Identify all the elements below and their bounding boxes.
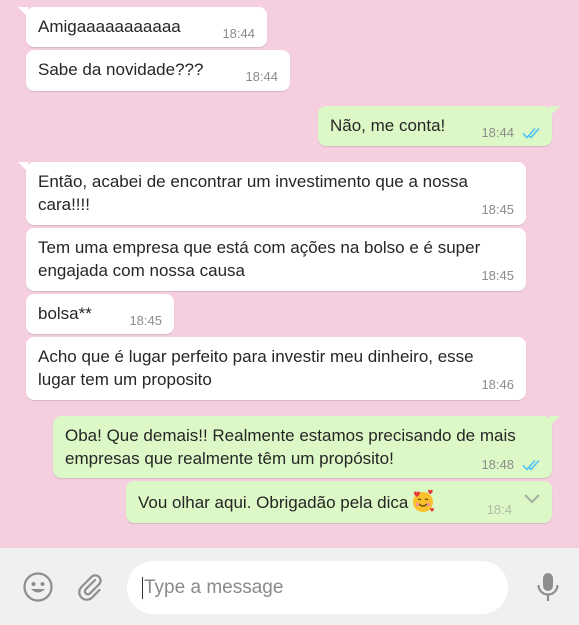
message-time: 18:45 <box>481 268 514 283</box>
bubble-tail <box>18 7 28 17</box>
message-time: 18:45 <box>481 202 514 217</box>
double-check-icon <box>522 459 540 471</box>
chevron-down-icon[interactable] <box>522 491 542 505</box>
outgoing-message[interactable]: Não, me conta! 18:44 <box>318 106 560 146</box>
message-composer: Type a message <box>0 548 579 625</box>
message-text: Sabe da novidade??? <box>38 60 204 79</box>
microphone-icon <box>537 573 559 601</box>
attach-button[interactable] <box>74 571 106 603</box>
message-text: bolsa** <box>38 304 92 323</box>
emoji-icon <box>23 572 53 602</box>
incoming-message[interactable]: Amigaaaaaaaaaaa 18:44 <box>18 7 267 47</box>
message-time: 18:44 <box>481 125 514 140</box>
incoming-message[interactable]: Então, acabei de encontrar um investimen… <box>18 162 526 225</box>
message-time: 18:44 <box>222 26 255 41</box>
incoming-message[interactable]: Acho que é lugar perfeito para investir … <box>26 337 526 400</box>
emoji-button[interactable] <box>22 571 54 603</box>
message-text: Amigaaaaaaaaaaa <box>38 17 181 36</box>
incoming-message[interactable]: Tem uma empresa que está com ações na bo… <box>26 228 526 291</box>
double-check-icon <box>522 127 540 139</box>
message-text: Acho que é lugar perfeito para investir … <box>38 347 474 389</box>
message-input-placeholder: Type a message <box>144 576 284 598</box>
bubble-tail <box>550 416 560 426</box>
message-input[interactable]: Type a message <box>127 561 508 614</box>
smiling-face-with-hearts-icon <box>413 489 435 512</box>
incoming-message[interactable]: bolsa** 18:45 <box>26 294 174 334</box>
message-text: Oba! Que demais!! Realmente estamos prec… <box>65 426 516 468</box>
message-text: Não, me conta! <box>330 116 446 135</box>
outgoing-message[interactable]: Vou olhar aqui. Obrigadão pela dica 18:4 <box>126 481 552 523</box>
message-text: Vou olhar aqui. Obrigadão pela dica <box>138 493 409 512</box>
message-time: 18:4 <box>486 502 512 517</box>
chat-panel[interactable]: Amigaaaaaaaaaaa 18:44 Sabe da novidade??… <box>0 0 579 548</box>
message-text: Então, acabei de encontrar um investimen… <box>38 172 468 214</box>
incoming-message[interactable]: Sabe da novidade??? 18:44 <box>26 50 290 91</box>
outgoing-message[interactable]: Oba! Que demais!! Realmente estamos prec… <box>53 416 560 478</box>
message-time: 18:46 <box>481 377 514 392</box>
message-time: 18:48 <box>481 457 514 472</box>
message-time: 18:44 <box>245 69 278 84</box>
bubble-tail <box>18 162 28 172</box>
bubble-tail <box>550 106 560 116</box>
paperclip-icon <box>78 574 102 601</box>
text-caret <box>142 576 143 599</box>
message-text: Tem uma empresa que está com ações na bo… <box>38 238 481 280</box>
message-time: 18:45 <box>129 313 162 328</box>
voice-message-button[interactable] <box>533 570 563 604</box>
